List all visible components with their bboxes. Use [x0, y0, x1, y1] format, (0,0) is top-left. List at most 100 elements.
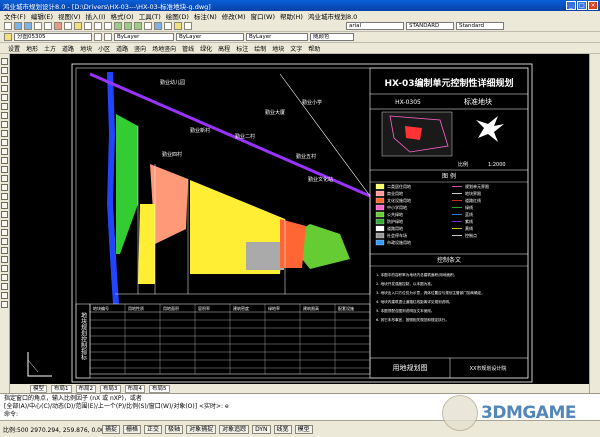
plugin-menu-earthwork[interactable]: 土方 [44, 44, 56, 53]
hatch-icon[interactable] [1, 175, 8, 182]
plugin-menu-site-vertical[interactable]: 场地竖向 [152, 44, 176, 53]
construction-line-icon[interactable] [1, 67, 8, 74]
tab-model[interactable]: 模型 [30, 384, 48, 393]
region-icon[interactable] [1, 184, 8, 191]
print-icon[interactable] [34, 22, 42, 30]
extend-icon[interactable] [1, 301, 8, 308]
redo-icon[interactable] [104, 22, 112, 30]
tab-layout4[interactable]: 布局4 [124, 384, 146, 393]
plugin-menu-greening[interactable]: 绿化 [200, 44, 212, 53]
lineweight-select[interactable]: ByLayer [246, 33, 308, 41]
make-block-icon[interactable] [1, 157, 8, 164]
plugin-menu-parcel2[interactable]: 地块 [272, 44, 284, 53]
rectangle-icon[interactable] [1, 94, 8, 101]
plugin-menu-road2[interactable]: 道路 [116, 44, 128, 53]
linetype-select[interactable]: ByLayer [176, 33, 244, 41]
plugin-menu-text[interactable]: 文字 [290, 44, 302, 53]
polyline-icon[interactable] [1, 76, 8, 83]
menu-hongye[interactable]: 鸿业城市规划8.0 [308, 11, 357, 21]
zoom-realtime-icon[interactable] [124, 22, 132, 30]
plugin-menu-road[interactable]: 道路 [62, 44, 74, 53]
otrack-toggle[interactable]: 对象追踪 [219, 424, 250, 434]
line-tool-icon[interactable] [1, 58, 8, 65]
menu-tools[interactable]: 工具(T) [139, 11, 161, 21]
menu-insert[interactable]: 插入(I) [86, 11, 106, 21]
table-icon[interactable] [1, 193, 8, 200]
close-button[interactable]: × [588, 1, 598, 10]
open-file-icon[interactable] [14, 22, 22, 30]
layer-previous-icon[interactable] [104, 33, 112, 41]
menu-window[interactable]: 窗口(W) [250, 11, 275, 21]
match-properties-icon[interactable] [84, 22, 92, 30]
copy-icon[interactable] [64, 22, 72, 30]
lineweight-toggle[interactable]: 线宽 [273, 424, 292, 434]
dyn-toggle[interactable]: DYN [252, 424, 271, 434]
array-icon[interactable] [1, 247, 8, 254]
layer-select[interactable]: 分图05305 [14, 33, 92, 41]
plugin-menu-help[interactable]: 帮助 [308, 44, 320, 53]
menu-format[interactable]: 格式(O) [111, 11, 134, 21]
circle-icon[interactable] [1, 112, 8, 119]
trim-icon[interactable] [1, 292, 8, 299]
plugin-menu-elevation[interactable]: 高程 [218, 44, 230, 53]
maximize-button[interactable]: □ [577, 1, 587, 10]
ellipse-icon[interactable] [1, 139, 8, 146]
menu-dimension[interactable]: 标注(N) [194, 11, 217, 21]
copy-object-icon[interactable] [1, 220, 8, 227]
grid-toggle[interactable]: 栅格 [123, 424, 142, 434]
save-icon[interactable] [24, 22, 32, 30]
text-style-select[interactable]: Standard [456, 22, 504, 30]
tab-layout5[interactable]: 布局5 [149, 384, 170, 393]
plot-style-select[interactable]: 随颜色 [310, 33, 354, 41]
insert-block-icon[interactable] [1, 148, 8, 155]
model-toggle[interactable]: 模型 [294, 424, 313, 434]
make-current-icon[interactable] [94, 33, 102, 41]
plugin-menu-terrain[interactable]: 地形 [26, 44, 38, 53]
tab-layout3[interactable]: 布局3 [100, 384, 121, 393]
move-icon[interactable] [1, 256, 8, 263]
cut-icon[interactable] [54, 22, 62, 30]
point-icon[interactable] [1, 166, 8, 173]
mirror-icon[interactable] [1, 229, 8, 236]
offset-icon[interactable] [1, 238, 8, 245]
polar-toggle[interactable]: 极轴 [165, 424, 184, 434]
zoom-previous-icon[interactable] [144, 22, 152, 30]
ortho-toggle[interactable]: 正交 [144, 424, 163, 434]
plugin-menu-community[interactable]: 小区 [98, 44, 110, 53]
new-file-icon[interactable] [4, 22, 12, 30]
tab-layout2[interactable]: 布局2 [75, 384, 97, 393]
help-icon[interactable] [184, 22, 192, 30]
preview-icon[interactable] [44, 22, 52, 30]
font-style-select[interactable]: arial [346, 22, 404, 30]
menu-help[interactable]: 帮助(H) [280, 11, 303, 21]
stretch-icon[interactable] [1, 283, 8, 290]
dim-style-select[interactable]: STANDARD [406, 22, 454, 30]
plugin-menu-draw[interactable]: 绘制 [254, 44, 266, 53]
tab-layout1[interactable]: 布局1 [51, 384, 72, 393]
mtext-icon[interactable] [1, 202, 8, 209]
minimize-button[interactable]: _ [566, 1, 576, 10]
arc-icon[interactable] [1, 103, 8, 110]
polygon-icon[interactable] [1, 85, 8, 92]
design-center-icon[interactable] [164, 22, 172, 30]
erase-icon[interactable] [1, 211, 8, 218]
menu-draw[interactable]: 绘图(D) [166, 11, 189, 21]
zoom-window-icon[interactable] [134, 22, 142, 30]
tool-palette-icon[interactable] [174, 22, 182, 30]
menu-view[interactable]: 视图(V) [58, 11, 81, 21]
spline-icon[interactable] [1, 130, 8, 137]
drawing-canvas[interactable]: 地块规划控制指标 勤业幼儿园 勤业小学 勤业新村 勤业四村 勤业二村 勤业大厦 … [10, 54, 589, 384]
plugin-menu-parcel[interactable]: 地块 [80, 44, 92, 53]
rotate-icon[interactable] [1, 265, 8, 272]
plugin-menu-pipeline[interactable]: 管线 [182, 44, 194, 53]
revcloud-icon[interactable] [1, 121, 8, 128]
undo-icon[interactable] [94, 22, 102, 30]
properties-icon[interactable] [154, 22, 162, 30]
snap-toggle[interactable]: 捕捉 [102, 424, 121, 434]
scale-icon[interactable] [1, 274, 8, 281]
menu-modify[interactable]: 修改(M) [222, 11, 246, 21]
pan-icon[interactable] [114, 22, 122, 30]
color-select[interactable]: ByLayer [114, 33, 174, 41]
osnap-toggle[interactable]: 对象捕捉 [186, 424, 217, 434]
plugin-menu-setup[interactable]: 设置 [8, 44, 20, 53]
